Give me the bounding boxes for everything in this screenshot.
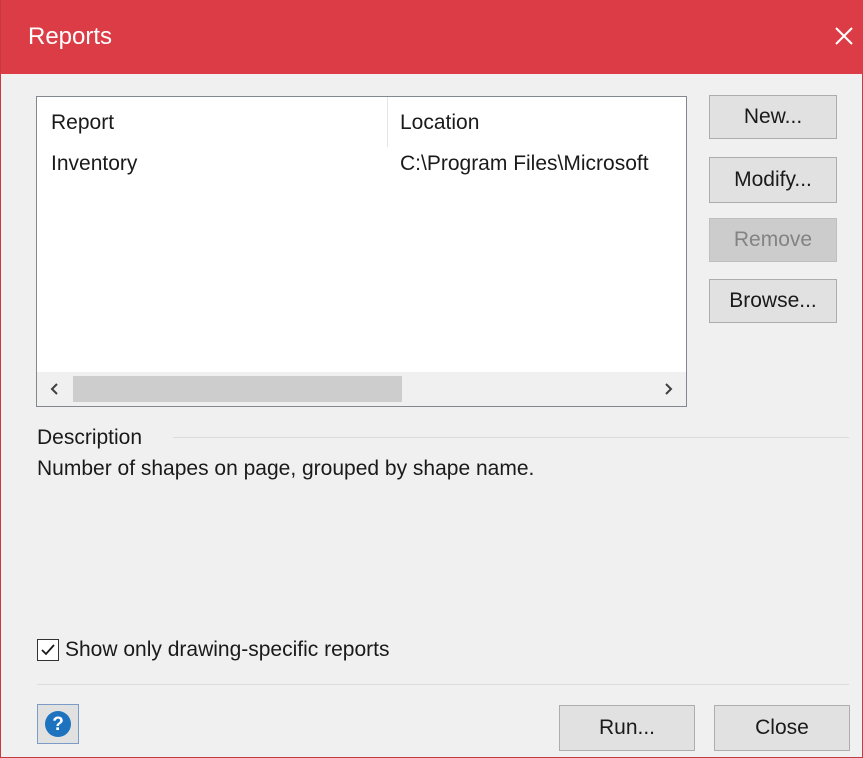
report-name-cell: Inventory xyxy=(51,152,138,175)
help-icon: ? xyxy=(45,711,71,737)
description-text: Number of shapes on page, grouped by sha… xyxy=(37,457,535,480)
browse-button[interactable]: Browse... xyxy=(709,279,837,323)
close-button[interactable]: Close xyxy=(714,705,850,751)
reports-list[interactable]: Report Location Inventory C:\Program Fil… xyxy=(36,96,687,407)
description-label: Description xyxy=(37,426,143,449)
scroll-right-button[interactable] xyxy=(650,372,686,406)
scroll-left-button[interactable] xyxy=(37,372,73,406)
window-title: Reports xyxy=(28,23,113,50)
close-window-button[interactable] xyxy=(824,16,863,56)
horizontal-scrollbar[interactable] xyxy=(37,372,686,406)
column-header-report[interactable]: Report xyxy=(51,97,114,149)
chevron-right-icon xyxy=(665,383,673,395)
scrollbar-thumb[interactable] xyxy=(73,376,402,402)
remove-button[interactable]: Remove xyxy=(709,218,837,262)
modify-button[interactable]: Modify... xyxy=(709,157,837,203)
run-button[interactable]: Run... xyxy=(559,705,695,751)
svg-text:?: ? xyxy=(52,714,64,735)
list-item[interactable]: Inventory C:\Program Files\Microsoft xyxy=(37,149,686,181)
checkbox-box[interactable] xyxy=(37,639,59,661)
checkmark-icon xyxy=(41,644,55,656)
checkbox-label: Show only drawing-specific reports xyxy=(65,638,390,661)
new-button[interactable]: New... xyxy=(709,95,837,139)
title-bar: Reports xyxy=(1,0,863,74)
description-divider xyxy=(173,437,849,438)
report-location-cell: C:\Program Files\Microsoft xyxy=(400,152,649,175)
drawing-specific-checkbox[interactable]: Show only drawing-specific reports xyxy=(37,636,389,664)
reports-dialog: Reports Report Location Inventory C:\Pro… xyxy=(0,0,863,758)
footer-divider xyxy=(37,684,849,685)
column-header-location[interactable]: Location xyxy=(400,97,479,149)
help-button[interactable]: ? xyxy=(37,704,79,744)
column-divider[interactable] xyxy=(387,97,388,147)
chevron-left-icon xyxy=(50,383,58,395)
close-icon xyxy=(835,27,853,45)
